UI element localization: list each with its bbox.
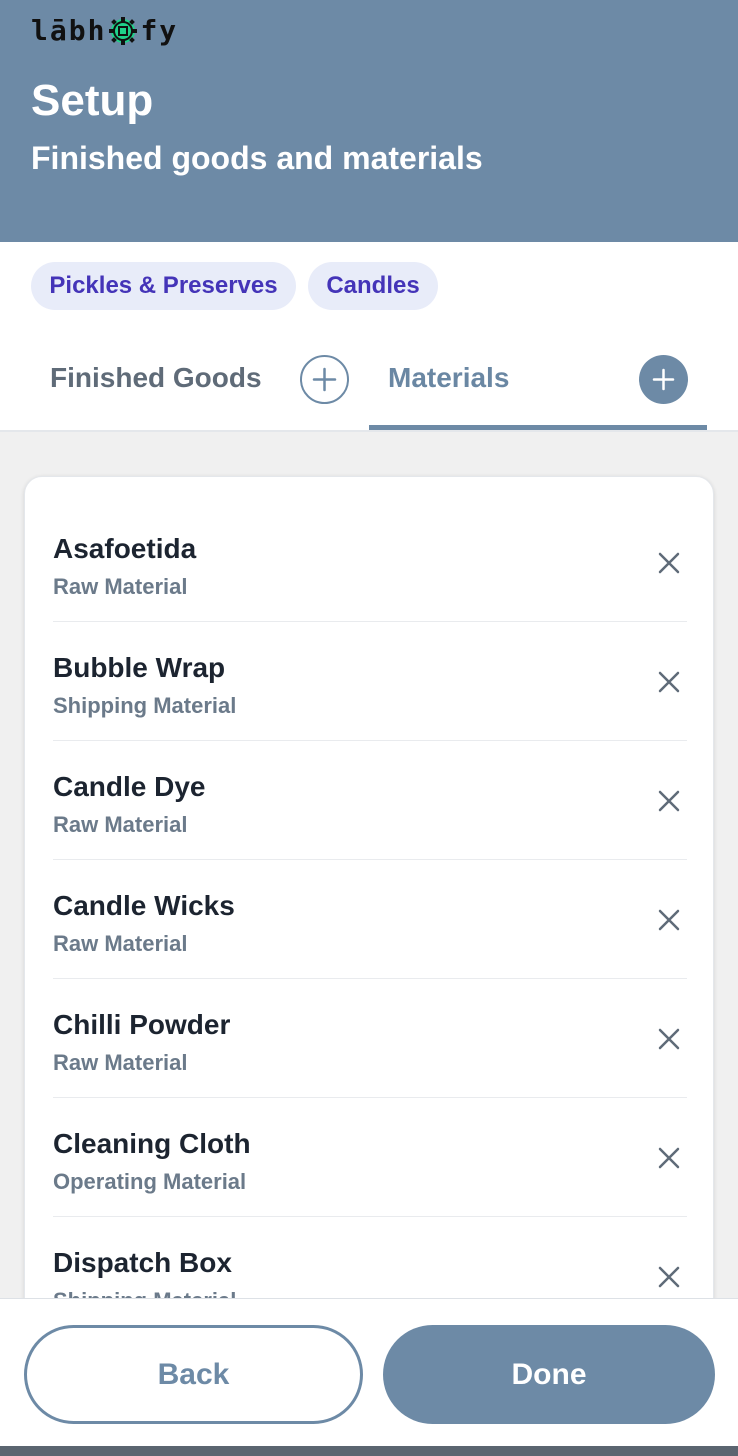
header: lābh fy Setup Finished goods and materia… <box>0 0 738 242</box>
materials-list: Asafoetida Raw Material Bubble Wrap Ship… <box>24 476 714 1376</box>
material-name: Chilli Powder <box>53 1009 231 1040</box>
list-item: Candle Dye Raw Material <box>53 741 687 860</box>
close-icon <box>658 1147 680 1169</box>
app-logo: lābh fy <box>31 14 178 47</box>
close-icon <box>658 790 680 812</box>
material-name: Cleaning Cloth <box>53 1128 251 1159</box>
remove-material-button[interactable] <box>653 1023 685 1055</box>
remove-material-button[interactable] <box>653 785 685 817</box>
back-button[interactable]: Back <box>24 1325 363 1424</box>
material-name: Candle Wicks <box>53 890 235 921</box>
page-title: Setup <box>31 76 154 125</box>
close-icon <box>658 1028 680 1050</box>
remove-material-button[interactable] <box>653 666 685 698</box>
list-item: Chilli Powder Raw Material <box>53 979 687 1098</box>
remove-material-button[interactable] <box>653 547 685 579</box>
active-tab-indicator <box>369 425 707 430</box>
material-type: Shipping Material <box>53 693 237 718</box>
list-item: Asafoetida Raw Material <box>53 503 687 622</box>
category-chip-candles[interactable]: Candles <box>308 262 438 310</box>
material-name: Asafoetida <box>53 533 197 564</box>
plus-icon <box>652 368 675 391</box>
logo-text-suffix: fy <box>140 14 179 47</box>
material-name: Candle Dye <box>53 771 206 802</box>
list-item: Cleaning Cloth Operating Material <box>53 1098 687 1217</box>
plus-icon <box>312 367 337 392</box>
add-material-button[interactable] <box>639 355 688 404</box>
list-item: Bubble Wrap Shipping Material <box>53 622 687 741</box>
material-name: Bubble Wrap <box>53 652 226 683</box>
system-nav-bar <box>0 1446 738 1456</box>
remove-material-button[interactable] <box>653 1142 685 1174</box>
tab-finished-goods[interactable]: Finished Goods <box>50 362 262 394</box>
material-type: Raw Material <box>53 574 188 599</box>
material-type: Raw Material <box>53 1050 188 1075</box>
material-type: Operating Material <box>53 1169 247 1194</box>
remove-material-button[interactable] <box>653 904 685 936</box>
remove-material-button[interactable] <box>653 1261 685 1293</box>
close-icon <box>658 671 680 693</box>
list-item: Candle Wicks Raw Material <box>53 860 687 979</box>
close-icon <box>658 552 680 574</box>
page-subtitle: Finished goods and materials <box>31 140 483 176</box>
add-finished-good-button[interactable] <box>300 355 349 404</box>
gear-chip-icon <box>109 16 138 45</box>
close-icon <box>658 909 680 931</box>
material-name: Dispatch Box <box>53 1247 232 1278</box>
category-chip-pickles[interactable]: Pickles & Preserves <box>31 262 296 310</box>
logo-text-prefix: lābh <box>31 14 107 47</box>
material-type: Raw Material <box>53 812 188 837</box>
close-icon <box>658 1266 680 1288</box>
tab-materials[interactable]: Materials <box>388 362 509 394</box>
material-type: Raw Material <box>53 931 188 956</box>
done-button[interactable]: Done <box>383 1325 715 1424</box>
